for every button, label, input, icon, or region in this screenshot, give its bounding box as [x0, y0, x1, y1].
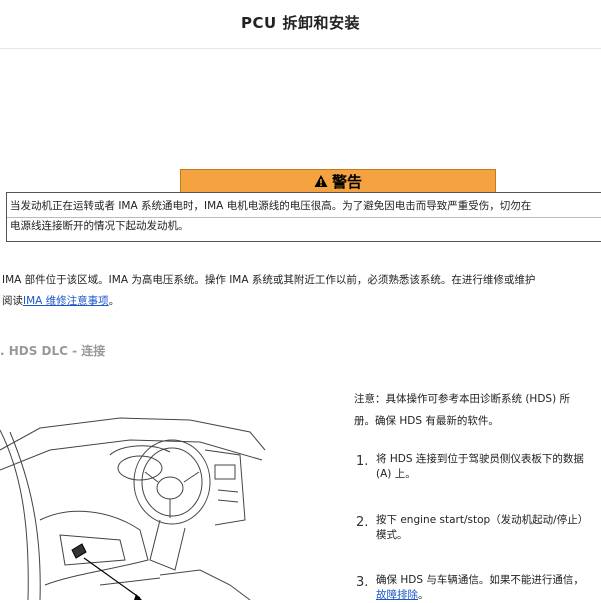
step-2-line-2: 模式。: [376, 529, 408, 541]
warning-triangle-icon: [314, 175, 328, 187]
warning-heading-label: 警告: [331, 172, 362, 191]
header-divider: [0, 48, 601, 49]
warning-line-1: 当发动机正在运转或者 IMA 系统通电时，IMA 电机电源线的电压很高。为了避免…: [10, 200, 532, 212]
intro-line-2: 阅读IMA 维修注意事项。: [2, 291, 601, 312]
intro-paragraph: IMA 部件位于该区域。IMA 为高电压系统。操作 IMA 系统或其附近工作以前…: [2, 270, 601, 312]
warning-heading: 警告: [180, 169, 496, 193]
step-1-line-1: 将 HDS 连接到位于驾驶员侧仪表板下的数据: [376, 453, 584, 465]
step-text: 确保 HDS 与车辆通信。如果不能进行通信， 故障排除。: [376, 573, 584, 603]
intro-line-2-prefix: 阅读: [2, 295, 23, 307]
step-text: 按下 engine start/stop（发动机起动/停止） 模式。: [376, 513, 588, 543]
step-3-suffix: 。: [418, 589, 429, 601]
step-number: 1.: [356, 454, 369, 469]
intro-line-2-suffix: 。: [108, 295, 120, 307]
step-3-line-1: 确保 HDS 与车辆通信。如果不能进行通信，: [376, 574, 584, 586]
step-text: 将 HDS 连接到位于驾驶员侧仪表板下的数据 (A) 上。: [376, 452, 584, 482]
note-paragraph: 注意：具体操作可参考本田诊断系统 (HDS) 所 册。确保 HDS 有最新的软件…: [354, 388, 601, 432]
intro-line-1: IMA 部件位于该区域。IMA 为高电压系统。操作 IMA 系统或其附近工作以前…: [2, 274, 536, 286]
step-1-line-2: (A) 上。: [376, 468, 416, 480]
note-line-2: 册。确保 HDS 有最新的软件。: [354, 415, 499, 427]
warning-text: 当发动机正在运转或者 IMA 系统通电时，IMA 电机电源线的电压很高。为了避免…: [10, 196, 601, 236]
troubleshooting-link[interactable]: 故障排除: [376, 589, 418, 601]
section-title: . HDS DLC - 连接: [0, 344, 106, 358]
dashboard-illustration: [0, 417, 266, 600]
ima-precautions-link[interactable]: IMA 维修注意事项: [23, 295, 109, 307]
step-number: 2.: [356, 515, 369, 530]
note-line-1: 注意：具体操作可参考本田诊断系统 (HDS) 所: [354, 393, 571, 405]
step-number: 3.: [356, 575, 369, 590]
step-2-line-1: 按下 engine start/stop（发动机起动/停止）: [376, 514, 589, 526]
warning-line-2: 电源线连接断开的情况下起动发动机。: [10, 220, 189, 232]
step-3-line-2: 故障排除。: [376, 588, 584, 603]
page-title: PCU 拆卸和安装: [241, 14, 360, 32]
